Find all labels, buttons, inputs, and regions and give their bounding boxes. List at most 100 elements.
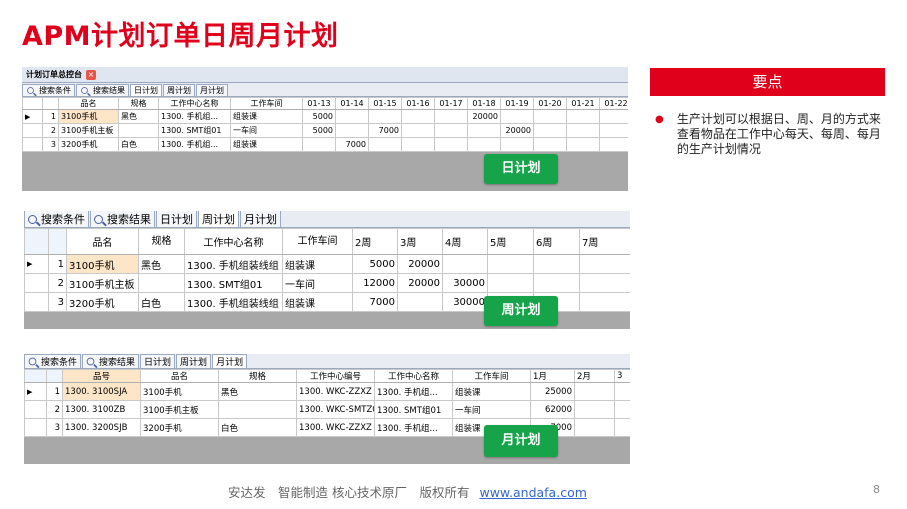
cell[interactable] [579,273,630,293]
tab-monthly-plan[interactable]: 月计划 [240,211,281,227]
cell[interactable]: 3100手机主板 [58,123,119,138]
cell[interactable] [401,123,435,138]
cell[interactable]: 3100手机 [66,254,139,274]
column-header[interactable]: 01-19 [500,97,534,110]
tab-search-criteria[interactable]: 搜索条件 [22,84,75,96]
cell[interactable]: 3100手机主板 [140,400,219,419]
cell[interactable]: 12000 [352,273,398,293]
cell[interactable]: 1300. 手机组... [158,109,231,124]
column-header[interactable]: 01-21 [566,97,600,110]
cell[interactable]: 黑色 [138,254,185,274]
column-header[interactable]: 规格 [118,97,159,110]
column-header[interactable]: 01-15 [368,97,402,110]
cell[interactable] [533,137,567,152]
cell[interactable]: 1300. 3200SJB [62,418,141,437]
column-header[interactable]: 6周 [533,228,580,255]
cell[interactable] [500,109,534,124]
cell[interactable]: 7000 [335,137,369,152]
tab-weekly-plan[interactable]: 周计划 [176,354,212,368]
column-header[interactable]: 01-20 [533,97,567,110]
cell[interactable] [500,137,534,152]
cell[interactable]: 1300. 手机组... [374,382,453,401]
cell[interactable] [574,400,615,419]
cell[interactable]: 黑色 [218,382,297,401]
tab-search-criteria[interactable]: 搜索条件 [24,211,89,227]
cell[interactable]: 黑色 [118,109,159,124]
cell[interactable]: 1300. SMT组01 [374,400,453,419]
column-header[interactable]: 2周 [352,228,398,255]
tab-monthly-plan[interactable]: 月计划 [196,84,228,96]
cell[interactable] [614,400,630,419]
cell[interactable]: 组装课 [282,292,353,312]
column-header[interactable]: 规格 [218,369,297,383]
cell[interactable]: 3200手机 [140,418,219,437]
column-header[interactable]: 规格 [138,228,185,255]
tab-daily-plan[interactable]: 日计划 [130,84,162,96]
cell[interactable]: 1300. SMT组01 [158,123,231,138]
cell[interactable] [487,254,534,274]
cell[interactable] [599,109,628,124]
cell[interactable] [614,418,630,437]
column-header[interactable]: 工作车间 [282,228,353,255]
cell[interactable]: 5000 [302,109,336,124]
column-header[interactable]: 7周 [579,228,630,255]
cell[interactable]: 5000 [352,254,398,274]
cell[interactable]: 3100手机 [58,109,119,124]
cell[interactable]: 20000 [500,123,534,138]
cell[interactable]: 25000 [530,382,575,401]
column-header[interactable]: 工作中心名称 [374,369,453,383]
cell[interactable] [434,109,468,124]
cell[interactable] [566,109,600,124]
cell[interactable] [397,292,443,312]
cell[interactable] [335,123,369,138]
cell[interactable] [579,292,630,312]
cell[interactable] [368,137,402,152]
column-header[interactable]: 01-18 [467,97,501,110]
cell[interactable]: 白色 [218,418,297,437]
cell[interactable]: 组装课 [282,254,353,274]
column-header[interactable]: 4周 [442,228,488,255]
column-header[interactable]: 3 [614,369,630,383]
tab-search-results[interactable]: 搜索结果 [90,211,155,227]
tab-daily-plan[interactable]: 日计划 [140,354,176,368]
column-header[interactable]: 工作车间 [452,369,531,383]
cell[interactable]: 1300. 3100SJA [62,382,141,401]
cell[interactable] [533,123,567,138]
column-header[interactable]: 工作中心编号 [296,369,375,383]
tab-weekly-plan[interactable]: 周计划 [198,211,239,227]
table-row[interactable]: 2 3100手机主板 1300. SMT组01 一车间 5000 7000 20… [22,123,628,138]
cell[interactable] [566,123,600,138]
column-header[interactable]: 工作中心名称 [158,97,231,110]
cell[interactable] [574,382,615,401]
cell[interactable] [574,418,615,437]
column-header[interactable]: 工作车间 [230,97,303,110]
column-header[interactable]: 01-13 [302,97,336,110]
cell[interactable]: 62000 [530,400,575,419]
column-header[interactable]: 5周 [487,228,534,255]
table-row[interactable]: 2 3100手机主板 1300. SMT组01 一车间 12000 20000 … [24,273,630,293]
cell[interactable]: 1300. 手机组装线组 [184,254,283,274]
cell[interactable] [487,273,534,293]
column-header[interactable]: 01-14 [335,97,369,110]
cell[interactable] [138,273,185,293]
cell[interactable]: 3100手机 [140,382,219,401]
cell[interactable]: 3200手机 [58,137,119,152]
cell[interactable] [434,137,468,152]
cell[interactable]: 一车间 [452,400,531,419]
column-header[interactable]: 01-17 [434,97,468,110]
tab-weekly-plan[interactable]: 周计划 [163,84,195,96]
column-header[interactable]: 品名 [58,97,119,110]
cell[interactable] [335,109,369,124]
cell[interactable]: 一车间 [230,123,303,138]
cell[interactable]: 30000 [442,292,488,312]
tab-search-results[interactable]: 搜索结果 [82,354,140,368]
cell[interactable]: 组装课 [230,137,303,152]
cell[interactable]: 20000 [467,109,501,124]
cell[interactable] [599,123,628,138]
column-header[interactable]: 1月 [530,369,575,383]
cell[interactable] [533,109,567,124]
cell[interactable] [467,123,501,138]
column-header[interactable]: 品名 [140,369,219,383]
cell[interactable] [599,137,628,152]
column-header[interactable]: 01-22 [599,97,628,110]
